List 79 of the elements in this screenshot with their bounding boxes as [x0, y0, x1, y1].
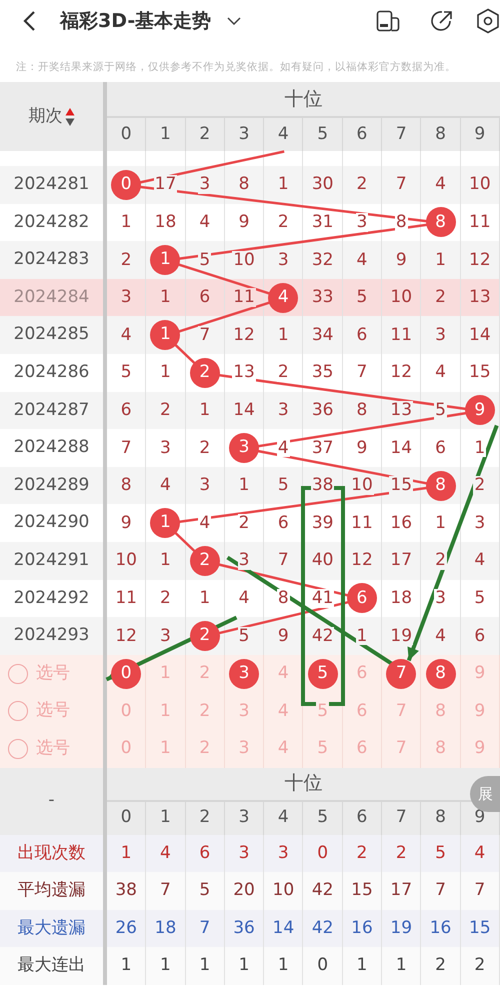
picked-ball[interactable]: 0 — [111, 658, 142, 689]
table-cell: 2 — [276, 363, 290, 382]
picked-ball[interactable]: 7 — [386, 658, 416, 689]
issue-number: 2024291 — [12, 548, 90, 572]
corner-label: - — [48, 789, 55, 812]
table-cell: 5 — [434, 401, 447, 420]
hit-ball: 6 — [346, 583, 377, 614]
picked-ball[interactable]: 5 — [308, 658, 338, 689]
table-cell: 8 — [394, 213, 408, 232]
issue-number: 2024286 — [12, 361, 90, 384]
table-cell: 17 — [154, 175, 178, 194]
table-cell: 2 — [460, 947, 500, 985]
hit-ball: 0 — [111, 170, 142, 200]
hit-ball: 2 — [190, 546, 220, 576]
page-title: 福彩3D-基本走势 — [60, 8, 212, 34]
device-icon[interactable] — [376, 10, 400, 32]
issue-number: 2024287 — [12, 398, 90, 422]
hit-ball: 8 — [426, 470, 456, 501]
issue-number: 2024289 — [12, 474, 90, 497]
table-cell: 13 — [232, 363, 256, 382]
hit-ball: 9 — [464, 395, 495, 426]
table-cell: 1 — [473, 438, 486, 458]
stat-label: 最大遗漏 — [16, 916, 86, 940]
table-cell: 2 — [421, 947, 461, 985]
issue-number: 2024281 — [12, 173, 90, 196]
table-cell: 2 — [473, 476, 486, 495]
hit-ball: 2 — [190, 620, 220, 651]
hit-ball: 1 — [150, 508, 180, 538]
sort-icon[interactable] — [64, 106, 74, 126]
table-cell: 19 — [389, 626, 414, 646]
table-cell: 1 — [382, 947, 422, 985]
column-group-header: 十位 — [107, 82, 500, 118]
stat-label: 最大连出 — [16, 954, 86, 978]
table-cell: 2 — [434, 551, 447, 570]
table-cell: 1 — [342, 947, 382, 985]
hit-ball: 2 — [190, 358, 220, 388]
issue-number: 2024283 — [12, 248, 90, 272]
issue-number: 2024285 — [12, 323, 90, 346]
pick-label: 选号 — [36, 662, 70, 685]
table-cell: 11 — [232, 288, 256, 307]
issue-header[interactable]: 期次 — [28, 104, 62, 130]
hit-ball: 1 — [150, 244, 180, 275]
share-icon[interactable] — [430, 9, 454, 33]
radio-button[interactable] — [8, 664, 28, 684]
table-cell: 41 — [310, 588, 334, 608]
table-cell: 3 — [238, 551, 250, 570]
table-cell: 1 — [224, 947, 264, 985]
issue-number: 2024292 — [12, 586, 90, 610]
issue-number: 2024290 — [12, 511, 90, 534]
table-cell: 15 — [389, 476, 414, 495]
hit-ball: 1 — [150, 320, 180, 350]
issue-number: 2024293 — [12, 624, 90, 648]
table-cell: 1 — [356, 626, 368, 646]
radio-button[interactable] — [8, 738, 28, 759]
stat-label: 平均遗漏 — [16, 879, 86, 902]
issue-number: 2024282 — [12, 210, 90, 234]
table-cell: 1 — [264, 947, 304, 985]
table-cell: 1 — [146, 947, 186, 985]
disclaimer-note: 注：开奖结果来源于网络，仅供参考不作为兑奖依据。如有疑问，以福体彩官方数据为准。 — [15, 60, 457, 75]
hit-ball: 4 — [268, 282, 298, 313]
back-icon[interactable] — [22, 10, 36, 32]
picked-ball[interactable]: 8 — [426, 658, 456, 689]
issue-number: 2024288 — [12, 436, 90, 460]
pick-label: 选号 — [36, 699, 70, 722]
radio-button[interactable] — [8, 701, 28, 722]
picked-ball[interactable]: 3 — [229, 658, 260, 689]
table-cell: 3 — [198, 175, 212, 194]
issue-number: 2024284 — [12, 286, 90, 309]
pick-label: 选号 — [36, 736, 70, 760]
stat-label: 出现次数 — [16, 842, 86, 865]
table-cell: 1 — [186, 947, 225, 985]
table-cell: 10 — [350, 476, 374, 495]
table-cell: 0 — [303, 947, 343, 985]
table-cell: 1 — [107, 947, 146, 985]
hit-ball: 3 — [229, 432, 260, 463]
caret-icon[interactable] — [227, 17, 242, 25]
hit-ball: 8 — [426, 207, 456, 238]
settings-icon[interactable] — [476, 8, 500, 34]
table-cell: 4 — [276, 438, 290, 458]
